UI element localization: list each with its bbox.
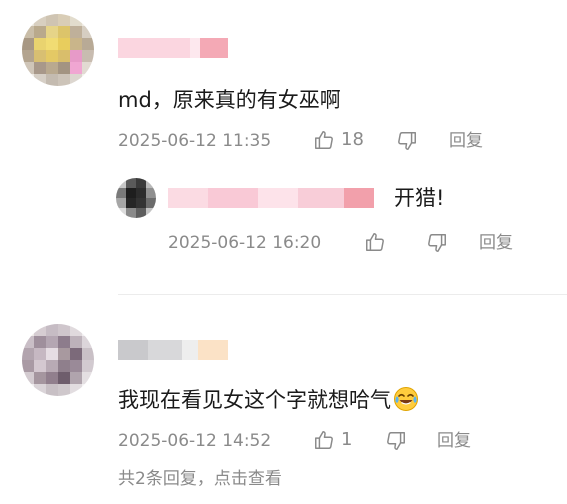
comment-timestamp: 2025-06-12 14:52 <box>118 431 272 451</box>
thumbs-down-icon <box>398 132 416 150</box>
thumbs-up-icon <box>315 431 333 449</box>
comment-text: md，原来真的有女巫啊 <box>118 88 341 112</box>
commenter-name-blurred[interactable] <box>118 340 228 360</box>
reply-name-blurred[interactable] <box>168 188 374 208</box>
reply-like-button[interactable] <box>364 231 386 253</box>
thumbs-up-icon <box>366 233 384 251</box>
reply-reply-button[interactable]: 回复 <box>479 232 513 254</box>
reply-button[interactable]: 回复 <box>449 130 483 152</box>
commenter-name-blurred[interactable] <box>118 38 228 58</box>
reply-avatar[interactable] <box>116 178 156 218</box>
like-count: 1 <box>341 429 353 450</box>
thumbs-up-icon <box>315 131 333 149</box>
like-count: 18 <box>341 129 364 150</box>
dislike-button[interactable] <box>396 130 418 152</box>
like-button[interactable]: 1 <box>313 429 352 451</box>
reply-timestamp: 2025-06-12 16:20 <box>168 233 322 253</box>
like-button[interactable]: 18 <box>313 129 364 151</box>
view-more-replies-link[interactable]: 共2条回复，点击查看 <box>118 468 282 490</box>
commenter-avatar[interactable] <box>22 324 94 396</box>
thumbs-down-icon <box>387 432 405 450</box>
comment-text: 我现在看见女这个字就想哈气 <box>118 386 419 414</box>
crying-laughing-emoji <box>394 387 418 411</box>
commenter-avatar[interactable] <box>22 14 94 86</box>
thumbs-down-icon <box>428 234 446 252</box>
reply-dislike-button[interactable] <box>426 232 448 254</box>
comment-divider <box>118 294 567 295</box>
comment-text-content: 我现在看见女这个字就想哈气 <box>118 388 391 412</box>
dislike-button[interactable] <box>385 430 407 452</box>
reply-text: 开猎! <box>394 186 445 210</box>
reply-button[interactable]: 回复 <box>437 430 471 452</box>
comment-timestamp: 2025-06-12 11:35 <box>118 131 272 151</box>
